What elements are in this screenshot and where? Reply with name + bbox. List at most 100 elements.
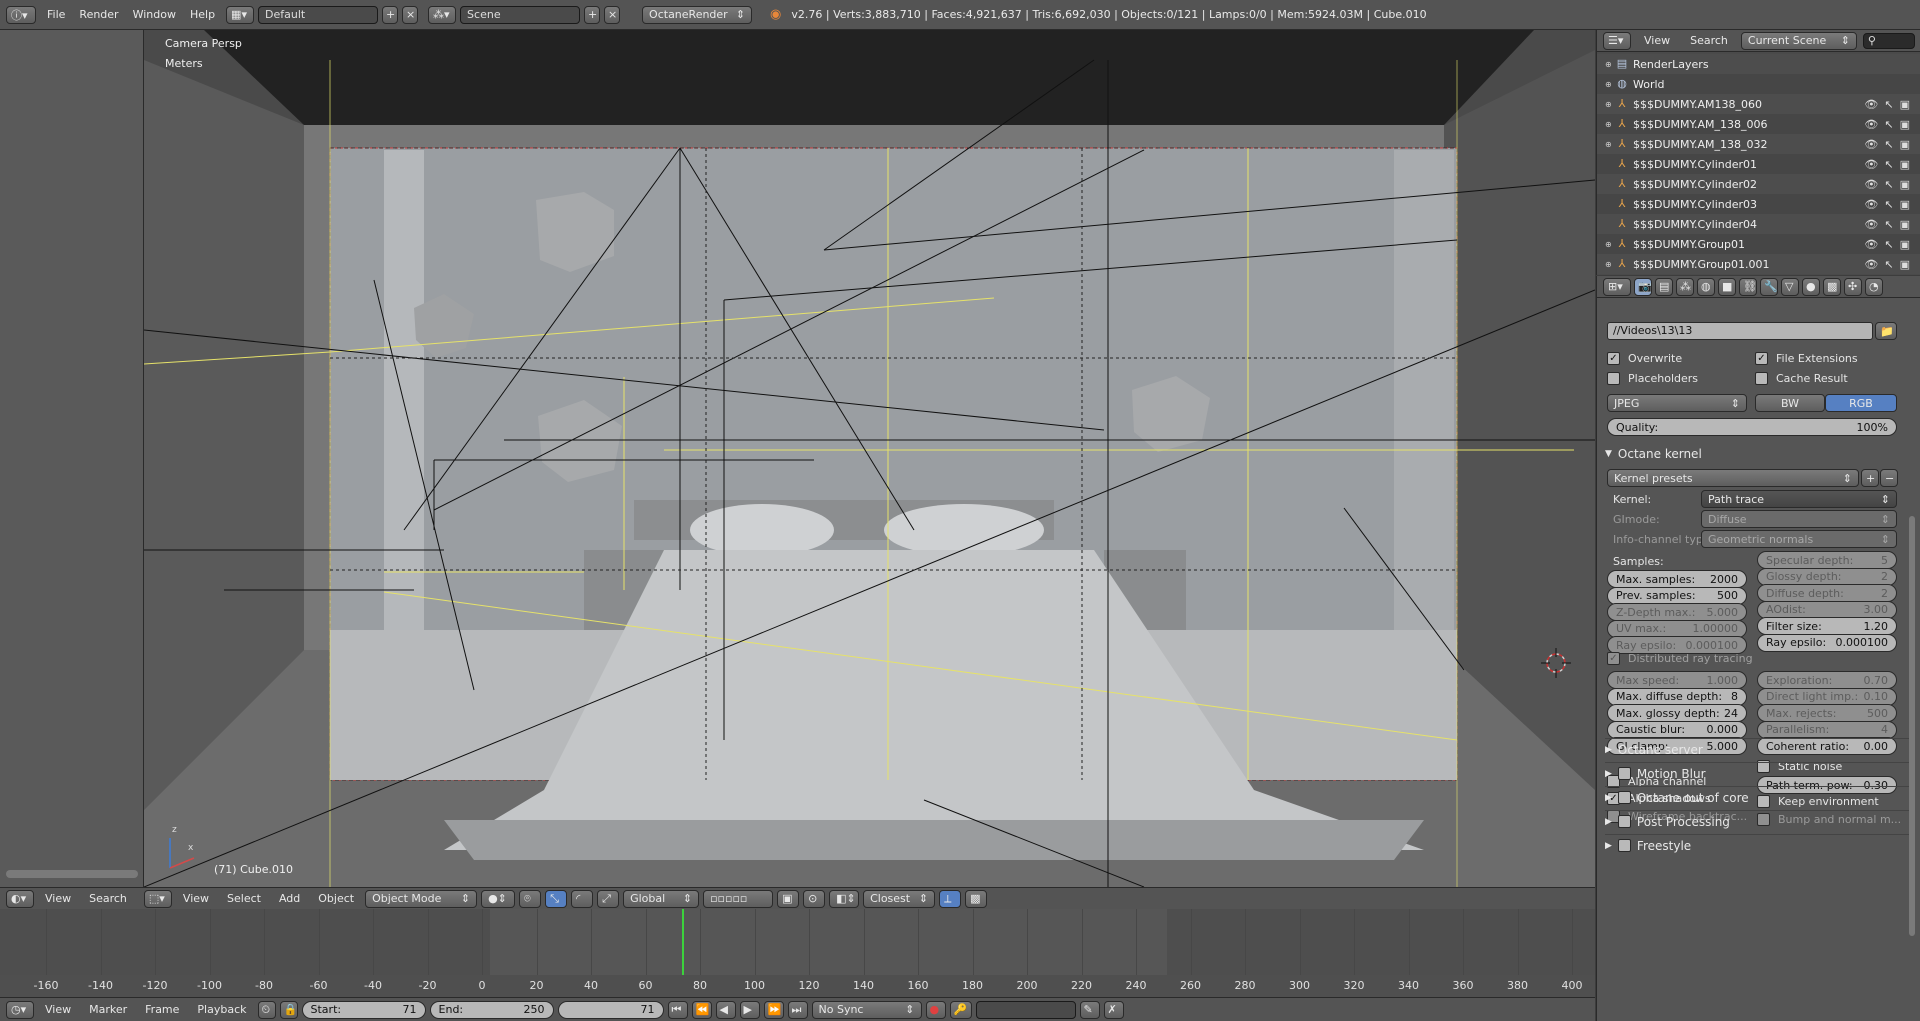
expand-icon[interactable]: ⊕ bbox=[1605, 120, 1615, 129]
cursor-icon[interactable]: ↖ bbox=[1884, 138, 1893, 151]
kernel-select[interactable]: Path trace ⇕ bbox=[1701, 490, 1897, 508]
eye-icon[interactable]: 👁 bbox=[1864, 158, 1878, 171]
viewport-menu-add[interactable]: Add bbox=[272, 890, 307, 908]
current-frame-line[interactable] bbox=[682, 909, 684, 975]
viewport-menu-view[interactable]: View bbox=[176, 890, 216, 908]
snap-target-select[interactable]: Closest ⇕ bbox=[863, 889, 936, 908]
menu-help[interactable]: Help bbox=[183, 6, 222, 24]
layout-field[interactable]: Default bbox=[258, 5, 379, 24]
outliner-row[interactable]: ⊕ ⅄ $$$DUMMY.Group01.001 👁 ↖ ▣ bbox=[1597, 254, 1920, 274]
snap-element-select[interactable]: ◧⇕ bbox=[829, 889, 860, 908]
timeline-menu-view[interactable]: View bbox=[38, 1001, 78, 1019]
render-preview-button[interactable]: ▣ bbox=[777, 889, 800, 908]
scale-manipulator[interactable]: ⤢ bbox=[597, 889, 620, 908]
shading-select[interactable]: ●⇕ bbox=[481, 889, 516, 908]
numeric-field[interactable]: Max. glossy depth: 24 bbox=[1607, 704, 1747, 722]
numeric-field[interactable]: Specular depth: 5 bbox=[1757, 551, 1897, 569]
numeric-field[interactable]: Parallelism: 4 bbox=[1757, 720, 1897, 739]
jump-keyframe-forward-button[interactable]: ⏩ bbox=[763, 1000, 784, 1019]
render-snapshot-button[interactable]: ▩ bbox=[965, 889, 988, 908]
bw-button[interactable]: BW bbox=[1755, 394, 1825, 412]
keying-set-field[interactable] bbox=[975, 1000, 1076, 1019]
eye-icon[interactable]: 👁 bbox=[1864, 178, 1878, 191]
scene-icon-button[interactable]: ⁂▾ bbox=[428, 5, 457, 24]
numeric-field[interactable]: Max speed: 1.000 bbox=[1607, 671, 1747, 689]
eye-icon[interactable]: 👁 bbox=[1864, 258, 1878, 271]
outliner-editor-type-button[interactable]: ☰▾ bbox=[1603, 31, 1631, 50]
sync-mode-select[interactable]: No Sync ⇕ bbox=[811, 1000, 922, 1019]
render-tab-icon[interactable]: 📷 bbox=[1634, 277, 1652, 296]
outliner-row[interactable]: ⊕ ⅄ $$$DUMMY.AM138_060 👁 ↖ ▣ bbox=[1597, 94, 1920, 114]
info-editor-type-button[interactable]: ⓘ▾ bbox=[6, 5, 36, 24]
cursor-icon[interactable]: ↖ bbox=[1884, 98, 1893, 111]
layout-add-button[interactable]: + bbox=[382, 5, 399, 24]
keying-set-icon[interactable]: 🔑 bbox=[949, 1000, 972, 1019]
eye-icon[interactable]: 👁 bbox=[1864, 118, 1878, 131]
left-menu-view[interactable]: View bbox=[38, 890, 78, 908]
rgb-button[interactable]: RGB bbox=[1825, 394, 1897, 412]
preview-range-toggle[interactable]: ⏲ bbox=[257, 1000, 276, 1019]
properties-scrollbar[interactable] bbox=[1909, 516, 1915, 936]
placeholders-checkbox[interactable] bbox=[1607, 371, 1620, 385]
world-tab-icon[interactable]: ◍ bbox=[1697, 277, 1715, 296]
menu-window[interactable]: Window bbox=[126, 6, 183, 24]
folder-browse-icon[interactable]: 📁 bbox=[1875, 322, 1897, 340]
outliner-scope-select[interactable]: Current Scene ⇕ bbox=[1740, 31, 1857, 50]
file-format-select[interactable]: JPEG ⇕ bbox=[1607, 394, 1747, 412]
jump-end-button[interactable]: ⏭ bbox=[787, 1000, 808, 1019]
numeric-field[interactable]: Caustic blur: 0.000 bbox=[1607, 720, 1747, 739]
gimode-select[interactable]: Diffuse ⇕ bbox=[1701, 510, 1897, 528]
timeline-menu-playback[interactable]: Playback bbox=[190, 1001, 253, 1019]
expand-icon[interactable]: ⊕ bbox=[1605, 80, 1615, 89]
numeric-field[interactable]: Filter size: 1.20 bbox=[1757, 617, 1897, 635]
snap-align-button[interactable]: ⟂ bbox=[939, 889, 962, 908]
orientation-select[interactable]: Global ⇕ bbox=[623, 889, 700, 908]
scene-remove-button[interactable]: × bbox=[604, 5, 621, 24]
mode-select[interactable]: Object Mode ⇕ bbox=[365, 889, 478, 908]
play-reverse-button[interactable]: ◀ bbox=[715, 1000, 736, 1019]
record-button[interactable]: ● bbox=[925, 1000, 946, 1019]
viewport-menu-select[interactable]: Select bbox=[220, 890, 268, 908]
cursor-icon[interactable]: ↖ bbox=[1884, 238, 1893, 251]
collapsed-section[interactable]: ▶ Freestyle bbox=[1605, 834, 1910, 856]
numeric-field[interactable]: UV max.: 1.00000 bbox=[1607, 619, 1747, 638]
outliner-menu-view[interactable]: View bbox=[1637, 32, 1677, 50]
collapsed-section[interactable]: ▶ Motion Blur bbox=[1605, 762, 1910, 784]
camera-icon[interactable]: ▣ bbox=[1900, 218, 1910, 231]
outliner-row[interactable]: ⅄ $$$DUMMY.Cylinder04 👁 ↖ ▣ bbox=[1597, 214, 1920, 234]
camera-icon[interactable]: ▣ bbox=[1900, 138, 1910, 151]
collapsed-section[interactable]: ▶ Octane server bbox=[1605, 738, 1910, 760]
camera-icon[interactable]: ▣ bbox=[1900, 118, 1910, 131]
kernel-presets-select[interactable]: Kernel presets ⇕ bbox=[1607, 469, 1859, 487]
eye-icon[interactable]: 👁 bbox=[1864, 98, 1878, 111]
cursor-icon[interactable]: ↖ bbox=[1884, 178, 1893, 191]
outliner-row[interactable]: ⅄ $$$DUMMY.Cylinder02 👁 ↖ ▣ bbox=[1597, 174, 1920, 194]
viewport-editor-type-button[interactable]: ⬚▾ bbox=[143, 889, 172, 908]
file-extensions-checkbox[interactable]: ✓ bbox=[1755, 351, 1768, 365]
camera-icon[interactable]: ▣ bbox=[1900, 258, 1910, 271]
outliner-row[interactable]: ⊕ ▤ RenderLayers bbox=[1597, 54, 1920, 74]
overwrite-checkbox[interactable]: ✓ bbox=[1607, 351, 1620, 365]
preset-add-button[interactable]: + bbox=[1861, 469, 1879, 487]
cursor-icon[interactable]: ↖ bbox=[1884, 118, 1893, 131]
timeline-menu-frame[interactable]: Frame bbox=[138, 1001, 186, 1019]
preset-remove-button[interactable]: − bbox=[1880, 469, 1898, 487]
numeric-field[interactable]: Max. samples: 2000 bbox=[1607, 570, 1747, 588]
particles-tab-icon[interactable]: ✣ bbox=[1844, 277, 1862, 296]
section-checkbox[interactable] bbox=[1617, 767, 1631, 780]
timeline-area[interactable]: -160 -140 -120 -100 -80 -60 -40 -20 0 20 40 60 80 100… bbox=[0, 909, 1595, 997]
manipulator-toggle[interactable]: ⤡ bbox=[545, 889, 568, 908]
rotate-manipulator[interactable]: ◜ bbox=[571, 889, 594, 908]
infochannel-select[interactable]: Geometric normals ⇕ bbox=[1701, 530, 1897, 548]
data-tab-icon[interactable]: ▽ bbox=[1781, 277, 1799, 296]
collapsed-section[interactable]: ▶ Octane out of core bbox=[1605, 786, 1910, 808]
texture-tab-icon[interactable]: ▩ bbox=[1823, 277, 1841, 296]
numeric-field[interactable]: Glossy depth: 2 bbox=[1757, 567, 1897, 586]
numeric-field[interactable]: Max. rejects: 500 bbox=[1757, 704, 1897, 722]
end-frame-field[interactable]: End: 250 bbox=[429, 1000, 554, 1019]
outliner-search-input[interactable]: ⚲ bbox=[1862, 32, 1915, 49]
start-frame-field[interactable]: Start: 71 bbox=[301, 1000, 426, 1019]
scene-field[interactable]: Scene bbox=[460, 5, 581, 24]
quality-field[interactable]: Quality: 100% bbox=[1607, 418, 1897, 436]
snap-toggle[interactable]: ⊙ bbox=[803, 889, 826, 908]
